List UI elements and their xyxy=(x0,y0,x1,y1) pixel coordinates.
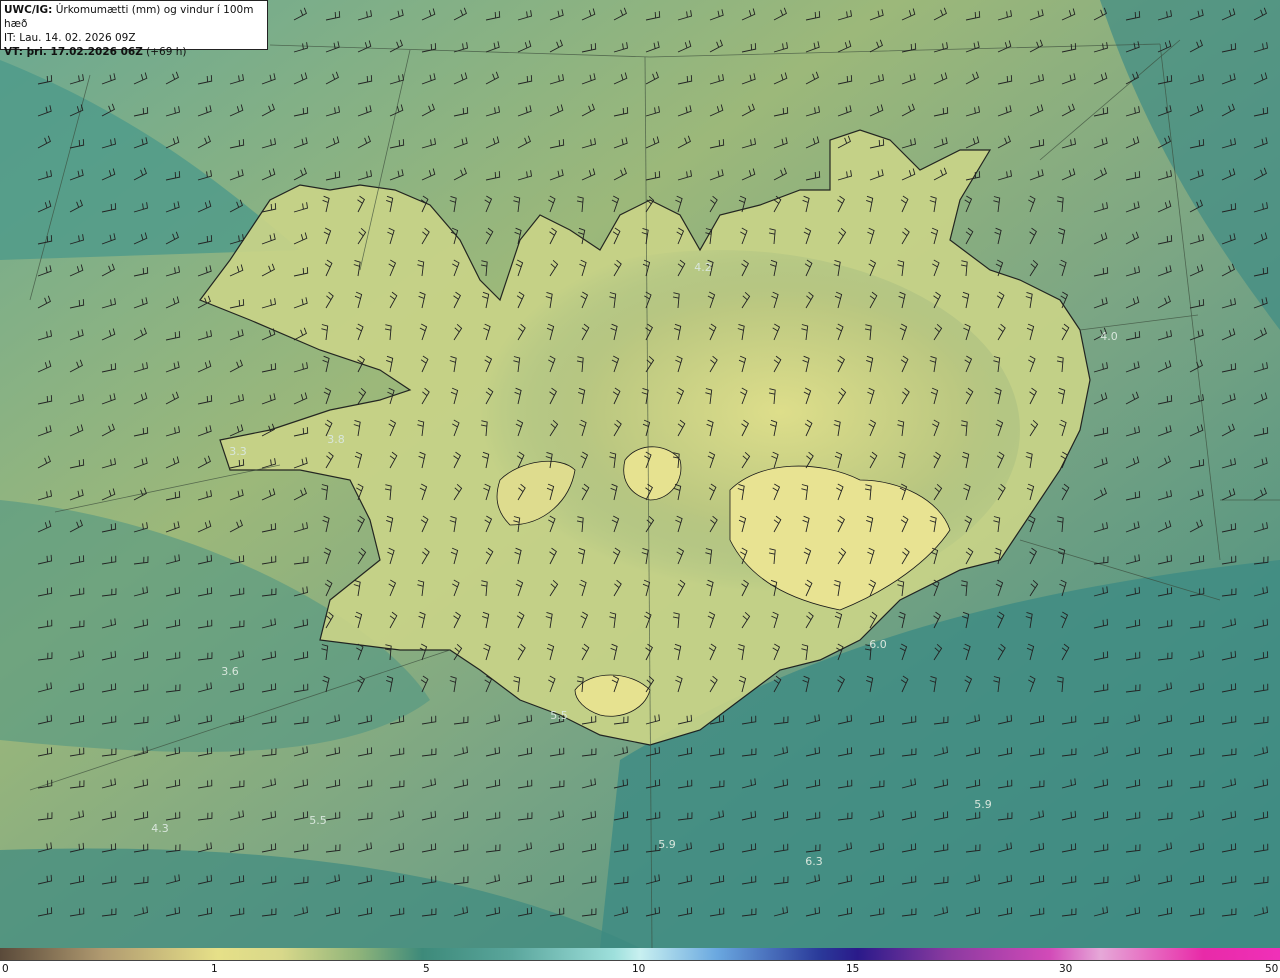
map-value-label: 5.9 xyxy=(974,798,992,811)
title-line-3: VT: þri. 17.02.2026 06Z (+69 h) xyxy=(4,46,187,58)
colorbar-tick: 0 xyxy=(2,963,9,975)
colorbar-tick: 50 xyxy=(1265,963,1279,975)
colorbar: 0 1 5 10 15 30 50 xyxy=(0,948,1280,978)
map-value-label: 6.0 xyxy=(869,638,887,651)
map-value-label: 6.3 xyxy=(805,855,823,868)
title-line-1: UWC/IG: Úrkomumætti (mm) og vindur í 100… xyxy=(4,4,254,30)
map-title-box: UWC/IG: Úrkomumætti (mm) og vindur í 100… xyxy=(0,0,268,58)
map-value-label: 3.3 xyxy=(229,445,247,458)
map-value-label: 5.9 xyxy=(658,838,676,851)
map-value-label: 3.8 xyxy=(327,433,345,446)
colorbar-gradient xyxy=(0,948,1280,961)
precipitation-map: 4.2 4.0 3.8 3.3 3.6 5.5 6.0 5.5 4.3 5.9 6.3 5.9 xyxy=(0,0,1280,948)
map-value-label: 5.5 xyxy=(309,814,327,827)
colorbar-tick: 15 xyxy=(846,963,860,975)
colorbar-tick: 30 xyxy=(1059,963,1073,975)
colorbar-tick: 5 xyxy=(423,963,430,975)
map-value-label: 4.2 xyxy=(694,261,712,274)
land-highlight xyxy=(420,250,1020,610)
colorbar-tick: 1 xyxy=(211,963,218,975)
map-value-label: 3.6 xyxy=(221,665,239,678)
map-value-label: 5.5 xyxy=(550,709,568,722)
title-line-2: IT: Lau. 14. 02. 2026 09Z xyxy=(4,32,136,44)
map-value-label: 4.3 xyxy=(151,822,169,835)
map-value-label: 4.0 xyxy=(1100,330,1118,343)
colorbar-tick: 10 xyxy=(632,963,646,975)
